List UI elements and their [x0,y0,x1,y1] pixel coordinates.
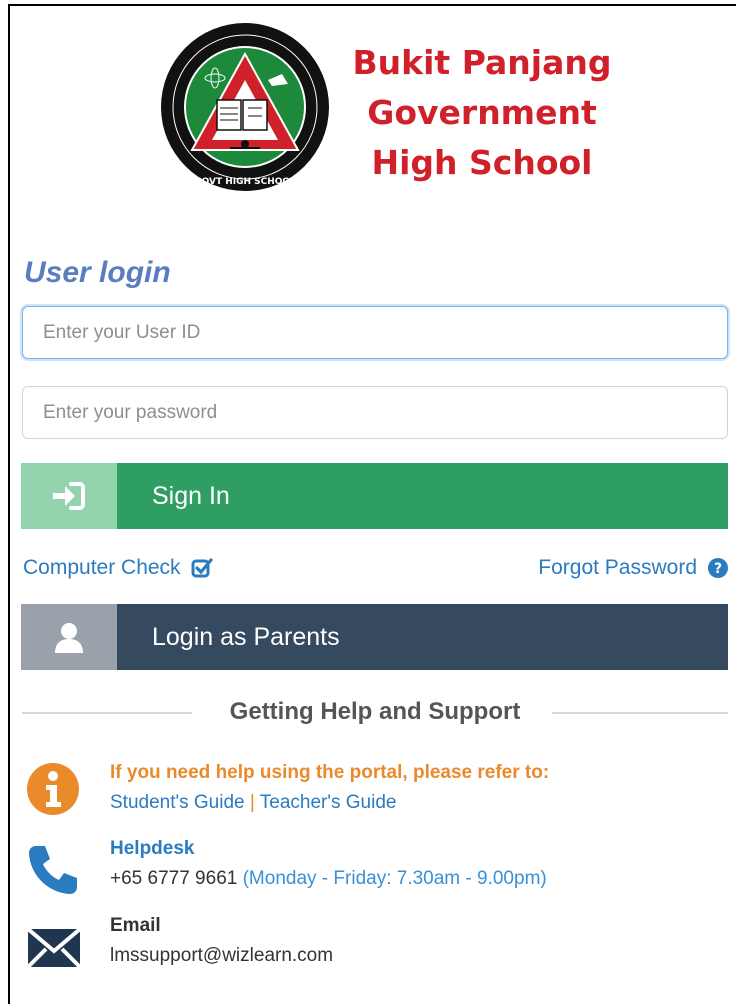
email-label: Email [110,915,161,936]
sign-in-icon [21,463,117,529]
help-email-text: Email lmssupport@wizlearn.com [110,911,333,971]
user-icon [21,604,117,670]
forgot-password-label: Forgot Password [538,556,697,579]
help-helpdesk: Helpdesk +65 6777 9661 (Monday - Friday:… [26,834,726,896]
helpdesk-hours: (Monday - Friday: 7.30am - 9.00pm) [242,868,547,889]
email-address-link[interactable]: lmssupport@wizlearn.com [110,941,333,971]
login-title: User login [24,256,171,289]
login-as-parents-button[interactable]: Login as Parents [21,604,728,670]
user-id-input[interactable] [22,306,728,359]
helpdesk-phone: +65 6777 9661 [110,868,238,889]
guide-separator: | [249,792,255,813]
school-header: GOVT HIGH SCHOOL Bukit Panjang Governmen… [160,22,620,194]
login-links: Computer Check Forgot Password ? [23,556,729,586]
guide-intro: If you need help using the portal, pleas… [110,762,550,783]
phone-icon [29,846,77,894]
help-guides: If you need help using the portal, pleas… [26,758,726,820]
school-name-line-2: Government [367,93,597,132]
svg-text:?: ? [714,561,722,577]
school-name-line-3: High School [371,143,593,182]
school-crest-logo: GOVT HIGH SCHOOL [161,23,329,191]
info-icon [27,763,79,815]
computer-check-label: Computer Check [23,556,181,579]
sign-in-label: Sign In [117,463,728,529]
computer-check-link[interactable]: Computer Check [23,556,213,580]
help-divider: Getting Help and Support [22,698,728,728]
svg-text:GOVT HIGH SCHOOL: GOVT HIGH SCHOOL [194,177,296,187]
login-as-parents-label: Login as Parents [117,604,728,670]
help-guides-text: If you need help using the portal, pleas… [110,758,549,818]
sign-in-button[interactable]: Sign In [21,463,728,529]
helpdesk-label: Helpdesk [110,838,195,859]
help-heading: Getting Help and Support [22,698,728,726]
school-name: Bukit Panjang Government High School [342,38,622,188]
help-helpdesk-text: Helpdesk +65 6777 9661 (Monday - Friday:… [110,834,547,894]
forgot-password-link[interactable]: Forgot Password ? [538,556,729,580]
student-guide-link[interactable]: Student's Guide [110,792,245,813]
help-heading-text: Getting Help and Support [213,698,537,725]
checkbox-edit-icon [191,558,213,578]
password-input[interactable] [22,386,728,439]
help-email: Email lmssupport@wizlearn.com [26,911,726,973]
teacher-guide-link[interactable]: Teacher's Guide [260,792,397,813]
question-circle-icon: ? [708,558,728,578]
school-name-line-1: Bukit Panjang [352,43,612,82]
envelope-icon [26,927,82,969]
